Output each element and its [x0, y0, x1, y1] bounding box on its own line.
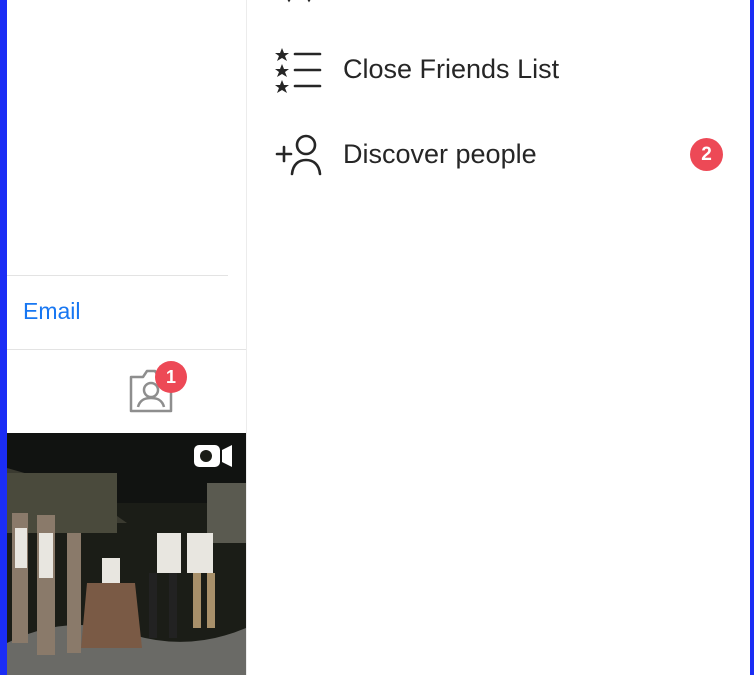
menu-item-label: Discover people [343, 139, 537, 169]
window-edge-left [0, 0, 7, 675]
tagged-notification-badge: 1 [155, 361, 187, 393]
saved-icon-partial [287, 0, 311, 3]
video-indicator-icon [194, 445, 232, 467]
divider [7, 349, 246, 350]
add-person-icon [275, 134, 322, 176]
side-menu: Close Friends List Discover people 2 [246, 0, 751, 675]
profile-panel: Email 1 [7, 0, 246, 675]
menu-item-discover-people[interactable]: Discover people 2 [247, 120, 751, 190]
menu-item-label: Close Friends List [343, 54, 560, 84]
video-post-thumbnail[interactable] [7, 433, 246, 675]
star-list-icon [275, 48, 322, 93]
divider [7, 275, 228, 276]
menu-item-close-friends[interactable]: Close Friends List [247, 35, 751, 105]
discover-people-badge: 2 [690, 138, 723, 171]
email-button[interactable]: Email [23, 298, 81, 325]
window-edge-right [750, 0, 754, 675]
